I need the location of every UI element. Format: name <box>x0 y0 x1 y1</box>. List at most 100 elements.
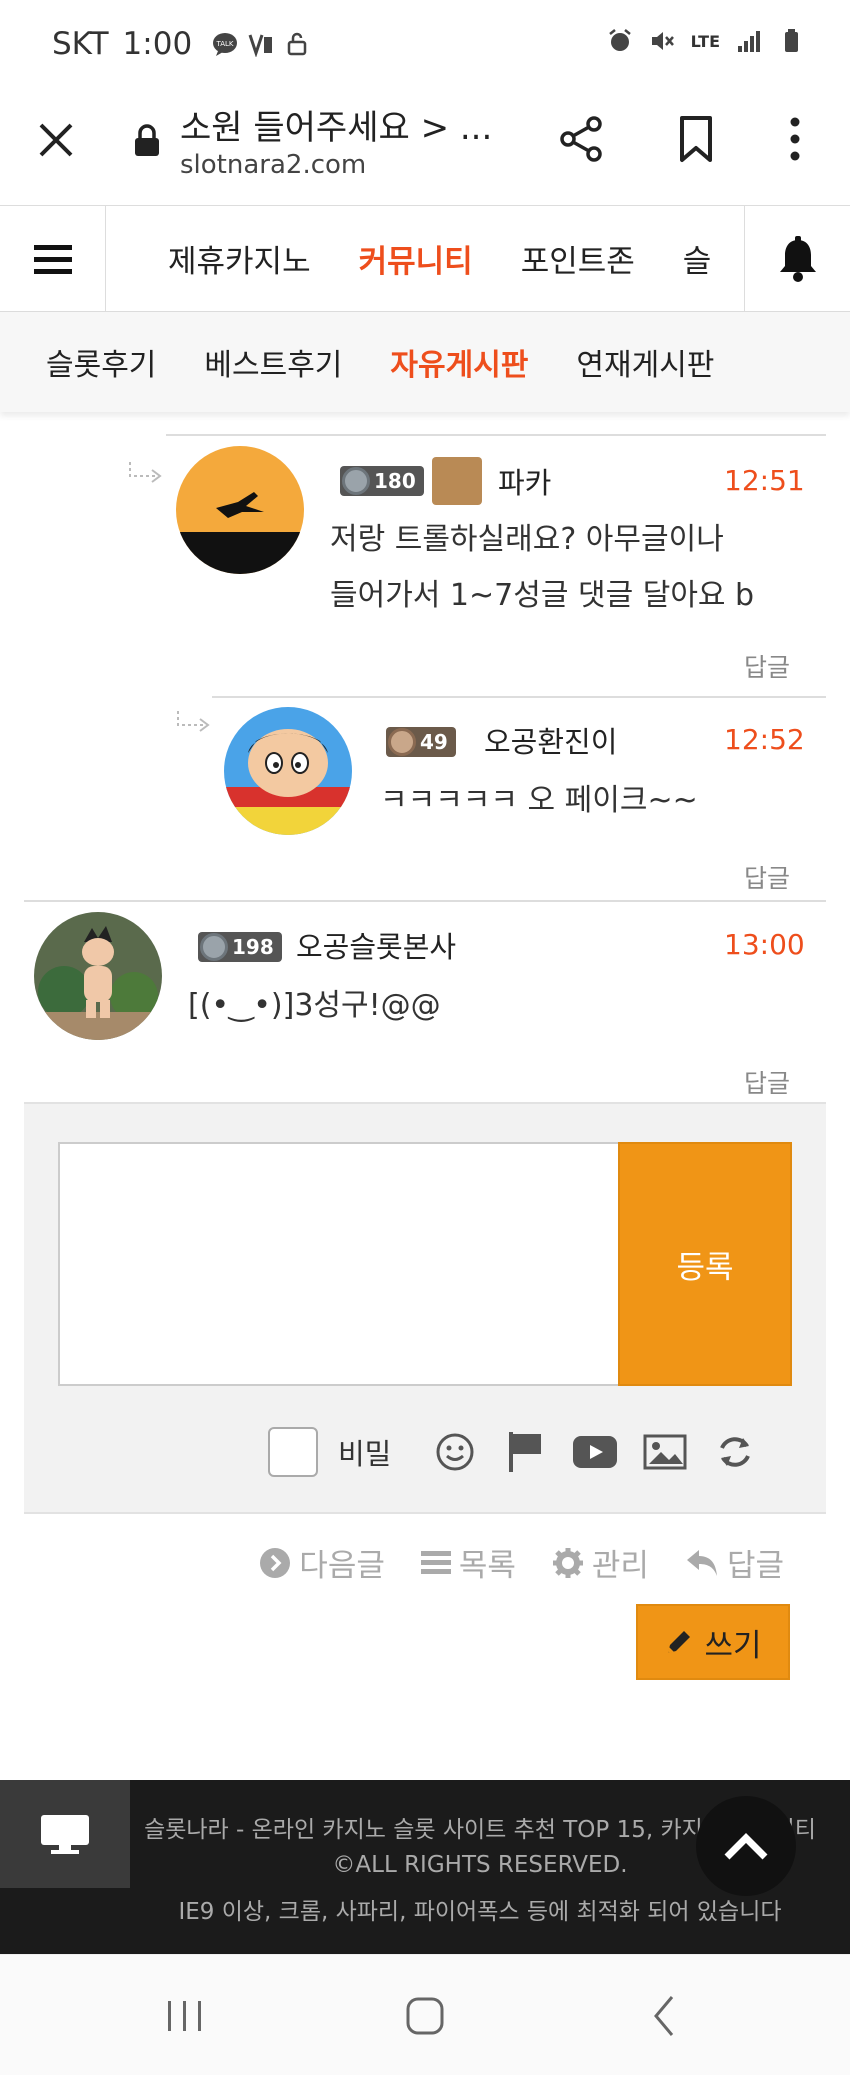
flag-icon[interactable] <box>503 1430 547 1474</box>
clock: 1:00 <box>122 26 193 62</box>
reply-indent-icon <box>129 462 162 483</box>
more-vertical-icon[interactable] <box>780 114 810 164</box>
sub-nav: 슬롯후기 베스트후기 자유게시판 연재게시판 <box>0 312 850 412</box>
gear-icon <box>388 728 416 756</box>
comment-text: [(•‿•)]3성구!@@ <box>188 978 441 1034</box>
manage-label: 관리 <box>591 1548 649 1584</box>
page-title[interactable]: 소원 들어주세요 > ... <box>180 100 492 149</box>
reply-link[interactable]: 답글 <box>744 648 790 684</box>
level-badge: 180 <box>340 457 482 505</box>
footer-browser-notice: IE9 이상, 크롬, 사파리, 파이어폭스 등에 최적화 되어 있습니다 <box>178 1899 782 1925</box>
talk-icon: TALK <box>213 33 238 56</box>
comment-item: 198 오공슬롯본사 13:00 [(•‿•)]3성구!@@ 답글 <box>0 902 850 1102</box>
recent-apps-icon[interactable] <box>160 1991 210 2041</box>
refresh-icon[interactable] <box>713 1430 757 1474</box>
close-icon[interactable] <box>36 120 76 160</box>
avatar <box>176 446 304 574</box>
emoji-icon[interactable] <box>433 1430 477 1474</box>
comment-time: 12:52 <box>724 723 805 756</box>
gear-icon <box>342 467 370 495</box>
list-icon <box>420 1550 451 1574</box>
comment-form: 등록 비밀 <box>24 1102 826 1514</box>
carrier-label: SKT <box>52 26 109 62</box>
status-right: LTE <box>607 28 804 54</box>
list-label: 목록 <box>458 1548 516 1584</box>
comment-time: 12:51 <box>724 464 805 497</box>
battery-icon <box>785 29 798 52</box>
level-value: 180 <box>374 469 416 493</box>
subnav-item-free-board[interactable]: 자유게시판 <box>390 340 528 384</box>
nav-item-point-zone[interactable]: 포인트존 <box>521 236 635 281</box>
comment-line: 들어가서 1~7성글 댓글 달아요 b <box>330 578 755 613</box>
comment-author[interactable]: 오공환진이 <box>484 719 617 761</box>
reply-link[interactable]: 답글 <box>744 859 790 895</box>
comment-author[interactable]: 파카 <box>498 460 551 502</box>
comment-author[interactable]: 오공슬롯본사 <box>296 924 456 966</box>
level-value: 198 <box>232 935 274 959</box>
reply-link[interactable]: 답글 <box>744 1064 790 1100</box>
network-label: LTE <box>690 31 720 51</box>
gear-icon <box>200 933 228 961</box>
submit-button[interactable]: 등록 <box>618 1142 792 1386</box>
home-icon[interactable] <box>400 1991 450 2041</box>
menu-button[interactable] <box>0 206 106 311</box>
reply-indent-icon <box>177 711 210 732</box>
secret-label: 비밀 <box>338 1437 392 1471</box>
subnav-item-best-review[interactable]: 베스트후기 <box>204 340 342 384</box>
comment-textarea[interactable] <box>58 1142 618 1386</box>
signal-icon <box>738 31 760 52</box>
nav-item-community[interactable]: 커뮤니티 <box>359 236 473 281</box>
user-icon <box>431 457 482 505</box>
list-link[interactable]: 목록 <box>420 1540 516 1585</box>
back-icon[interactable] <box>640 1991 690 2041</box>
pencil-icon <box>668 1631 691 1653</box>
comment-line: 저랑 트롤하실래요? 아무글이나 <box>330 522 724 557</box>
comment-item: 49 오공환진이 12:52 ㅋㅋㅋㅋㅋ 오 페이크~~ 답글 <box>0 697 850 897</box>
comment-text: 저랑 트롤하실래요? 아무글이나 들어가서 1~7성글 댓글 달아요 b <box>330 512 754 624</box>
hamburger-icon <box>33 244 72 274</box>
scroll-top-button[interactable] <box>696 1796 796 1896</box>
bookmark-icon[interactable] <box>674 114 718 164</box>
secret-checkbox[interactable] <box>268 1427 318 1477</box>
status-bar: SKT 1:00 TALK LTE <box>0 0 850 90</box>
post-actions: 다음글 목록 관리 답글 <box>259 1540 784 1585</box>
nav-item-slot[interactable]: 슬 <box>683 236 712 281</box>
gear-icon <box>552 1547 583 1578</box>
unlock-icon <box>287 32 307 56</box>
comment-line: [(•‿•)]3성구!@@ <box>188 988 441 1023</box>
avatar <box>224 707 352 835</box>
image-icon[interactable] <box>643 1430 687 1474</box>
site-footer: 슬롯나라 - 온라인 카지노 슬롯 사이트 추천 TOP 15, 카지노 커뮤니… <box>0 1780 850 1954</box>
status-left: SKT 1:00 TALK <box>52 26 310 62</box>
chevron-up-icon <box>724 1833 768 1860</box>
subnav-item-slot-review[interactable]: 슬롯후기 <box>46 340 156 384</box>
comment-time: 13:00 <box>724 928 805 961</box>
reply-post-link[interactable]: 답글 <box>685 1540 784 1585</box>
manage-link[interactable]: 관리 <box>552 1540 649 1585</box>
subnav-item-series-board[interactable]: 연재게시판 <box>576 340 714 384</box>
notification-button[interactable] <box>744 206 850 311</box>
volte-icon <box>248 34 273 57</box>
comment-list: 180 파카 12:51 저랑 트롤하실래요? 아무글이나 들어가서 1~7성글… <box>0 412 850 1102</box>
reply-post-label: 답글 <box>726 1548 784 1584</box>
comment-line: ㅋㅋㅋㅋㅋ 오 페이크~~ <box>380 783 698 818</box>
share-icon[interactable] <box>556 114 606 164</box>
comment-toolbar: 비밀 <box>268 1424 757 1480</box>
level-badge: 49 <box>386 725 456 759</box>
write-button[interactable]: 쓰기 <box>636 1604 790 1680</box>
reply-icon <box>686 1549 717 1576</box>
youtube-icon[interactable] <box>573 1430 618 1474</box>
lock-icon <box>135 124 159 156</box>
next-post-link[interactable]: 다음글 <box>259 1540 385 1585</box>
browser-toolbar: 소원 들어주세요 > ... slotnara2.com <box>0 90 850 205</box>
nav-item-partner-casino[interactable]: 제휴카지노 <box>168 236 311 281</box>
page-url[interactable]: slotnara2.com <box>180 150 366 180</box>
chevron-circle-right-icon <box>260 1547 291 1578</box>
main-nav-items: 제휴카지노 커뮤니티 포인트존 슬 <box>106 206 744 311</box>
mute-icon <box>651 32 674 50</box>
avatar <box>34 912 162 1040</box>
level-badge: 198 <box>198 930 282 964</box>
level-value: 49 <box>420 730 448 754</box>
alarm-icon <box>608 29 631 51</box>
write-label: 쓰기 <box>704 1627 762 1664</box>
